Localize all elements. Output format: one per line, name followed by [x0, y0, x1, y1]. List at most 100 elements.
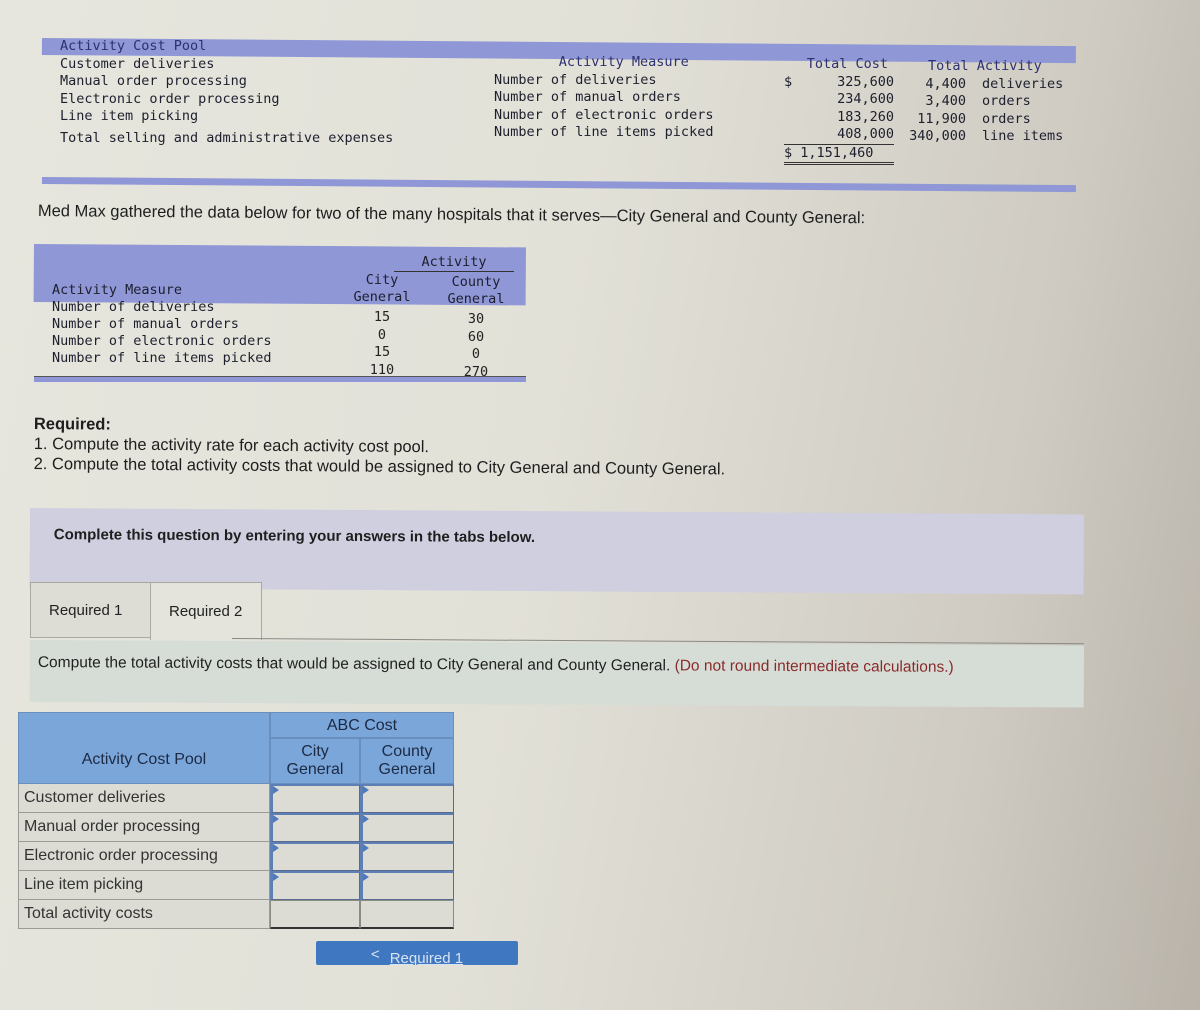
measure-cell: Number of manual orders	[52, 316, 239, 332]
county-general-input-cell[interactable]	[360, 842, 454, 871]
total-row: Total activity costs	[18, 900, 454, 929]
table-row: Electronic order processing	[18, 842, 454, 871]
activity-row: 340,000 line items	[906, 128, 1086, 146]
activity-group-header: Activity	[394, 254, 514, 272]
header-line: City	[365, 272, 399, 288]
currency-sign: $	[784, 73, 793, 90]
answer-table-header: Activity Cost Pool ABC Cost City General…	[18, 712, 454, 784]
city-values: 15 0 15 110	[352, 309, 412, 379]
measure-cell: Number of electronic orders	[494, 106, 714, 123]
measure-cell: Number of manual orders	[494, 89, 681, 105]
measure-header: Activity Measure	[52, 282, 183, 298]
header-line: General	[447, 291, 505, 307]
line-item-city-input[interactable]	[273, 873, 359, 899]
customer-deliveries-city-input[interactable]	[273, 786, 359, 812]
county-general-input-cell[interactable]	[360, 784, 454, 813]
tab-required-2[interactable]: Required 2	[150, 582, 262, 640]
footer-bar	[34, 376, 526, 382]
county-general-total-cell	[360, 900, 454, 929]
cost-cell: 183,260	[837, 108, 894, 125]
tab-panel-instructions: Compute the total activity costs that wo…	[29, 640, 1084, 708]
measure-header: Activity Measure	[558, 54, 689, 70]
city-general-input-cell[interactable]	[270, 842, 360, 871]
panel-prompt: Compute the total activity costs that wo…	[38, 654, 1038, 676]
activity-row: 4,400 deliveries	[906, 76, 1086, 94]
county-general-input-cell[interactable]	[360, 813, 454, 842]
required-item: 2. Compute the total activity costs that…	[33, 454, 726, 479]
city-cell: 15	[373, 309, 391, 325]
manual-order-city-input[interactable]	[273, 815, 359, 841]
cost-row: $325,600	[784, 74, 894, 92]
city-general-input-cell[interactable]	[270, 871, 360, 900]
row-label: Total activity costs	[18, 900, 270, 929]
city-general-header: City General	[270, 738, 360, 784]
county-general-input-cell[interactable]	[360, 871, 454, 900]
prev-button-label: Required 1	[389, 950, 464, 965]
row-label: Manual order processing	[18, 813, 270, 842]
measure-cell: Number of line items picked	[494, 124, 714, 140]
pool-cell: Manual order processing	[60, 73, 247, 89]
required-section: Required: 1. Compute the activity rate f…	[34, 414, 726, 479]
city-general-total-cell	[270, 900, 360, 929]
intro-text: Med Max gathered the data below for two …	[37, 202, 866, 228]
county-general-header: County General	[436, 274, 516, 308]
activity-unit: deliveries	[982, 75, 1064, 92]
cost-cell: 234,600	[837, 91, 894, 107]
tab-required-1[interactable]: Required 1	[30, 582, 150, 638]
activity-row: 11,900 orders	[906, 111, 1086, 129]
prev-required-1-button[interactable]: < Required 1	[316, 941, 518, 965]
electronic-order-city-input[interactable]	[273, 844, 359, 870]
customer-deliveries-county-input[interactable]	[363, 786, 453, 812]
header-line: General	[378, 761, 436, 778]
cost-row: 234,600	[784, 91, 894, 109]
header-line: General	[286, 761, 344, 778]
activity-unit: orders	[982, 93, 1031, 109]
input-marker-icon	[273, 873, 279, 881]
header-line: City	[301, 743, 329, 760]
input-marker-icon	[363, 786, 369, 794]
cost-pool-table: Activity Cost Pool Customer deliveries M…	[41, 36, 1076, 196]
pool-header: Activity Cost Pool	[60, 38, 207, 54]
activity-unit: orders	[982, 110, 1031, 127]
activity-header: Total Activity	[928, 58, 1042, 74]
manual-order-county-input[interactable]	[363, 815, 453, 841]
input-marker-icon	[363, 873, 369, 881]
county-cell: 30	[467, 311, 485, 327]
county-general-header: County General	[360, 738, 454, 784]
cost-column: Total Cost $325,600 234,600 183,260 408,…	[784, 56, 894, 165]
header-line: County	[381, 743, 433, 760]
row-label: Customer deliveries	[18, 784, 270, 813]
line-item-county-input[interactable]	[363, 873, 453, 899]
activity-column: Total Activity 4,400 deliveries 3,400 orde…	[906, 58, 1086, 146]
county-cell: 60	[467, 328, 485, 345]
pool-cell: Customer deliveries	[60, 55, 215, 72]
cost-cell: 325,600	[837, 73, 894, 90]
cost-total-row: $ 1,151,460	[784, 144, 894, 165]
cost-row: 183,260	[784, 109, 894, 127]
activity-row: 3,400 orders	[906, 93, 1086, 111]
header-line: County	[451, 274, 501, 290]
city-general-input-cell[interactable]	[270, 784, 360, 813]
activity-cell: 11,900	[917, 110, 966, 127]
measure-cell: Number of deliveries	[494, 71, 657, 88]
hospital-activity-table: Activity City General County General Act…	[33, 244, 526, 399]
input-marker-icon	[273, 786, 279, 794]
pool-column: Activity Cost Pool Customer deliveries M…	[60, 38, 393, 147]
pool-cell: Electronic order processing	[60, 90, 280, 107]
cost-header: Total Cost	[806, 56, 888, 72]
total-label: Total selling and administrative expense…	[60, 129, 394, 146]
county-cell: 0	[471, 346, 481, 362]
cost-total: $ 1,151,460	[784, 144, 874, 161]
electronic-order-county-input[interactable]	[363, 844, 453, 870]
city-general-input-cell[interactable]	[270, 813, 360, 842]
footer-bar	[41, 177, 1076, 193]
measure-column: Activity Measure Number of deliveries Nu…	[52, 282, 271, 367]
measure-cell: Number of line items picked	[52, 350, 272, 366]
city-general-header: City General	[342, 272, 422, 306]
instruction-text: Complete this question by entering your …	[53, 526, 536, 547]
measure-column: Activity Measure Number of deliveries Nu…	[494, 54, 713, 142]
table-row: Line item picking	[18, 871, 454, 900]
cost-cell: 408,000	[837, 126, 894, 142]
header-line: General	[353, 289, 411, 305]
cost-row: 408,000	[784, 126, 894, 145]
